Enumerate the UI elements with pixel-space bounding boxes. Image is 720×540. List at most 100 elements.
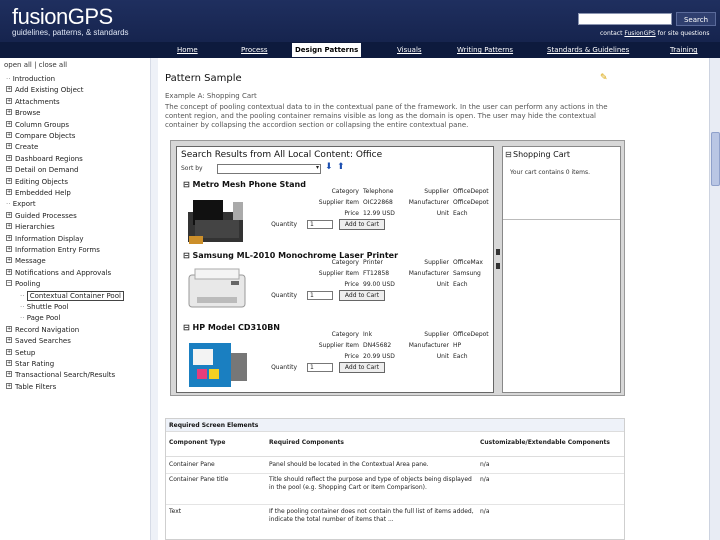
sidebar-item[interactable]: + Notifications and Approvals — [6, 268, 111, 279]
sidebar-item-label: Column Groups — [15, 120, 69, 129]
sort-descending-icon[interactable]: ⬇ — [325, 162, 333, 172]
quantity-input[interactable]: 1 — [307, 220, 333, 229]
expand-icon[interactable]: + — [6, 143, 12, 150]
add-to-cart-button[interactable]: Add to Cart — [339, 219, 385, 230]
expand-icon[interactable]: + — [6, 120, 12, 127]
sidebar-item[interactable]: + Table Filters — [6, 382, 56, 393]
nav-writing-patterns[interactable]: Writing Patterns — [457, 43, 513, 57]
column-header: Component Type — [169, 439, 226, 446]
expand-icon[interactable]: + — [6, 211, 12, 218]
expand-icon[interactable]: + — [6, 166, 12, 173]
expand-icon[interactable]: + — [6, 348, 12, 355]
open-close-all[interactable]: open all | close all — [4, 61, 67, 69]
sidebar-item[interactable]: + Message — [6, 256, 46, 267]
collapse-icon[interactable]: ⊟ — [505, 150, 512, 159]
product-name[interactable]: ⊟ HP Model CD310BN — [183, 323, 280, 332]
expand-icon[interactable]: + — [6, 154, 12, 161]
expand-icon[interactable]: + — [6, 360, 12, 366]
supplier-item-value: FT12858 — [363, 270, 390, 277]
sidebar-item[interactable]: + Dashboard Regions — [6, 154, 83, 165]
sidebar-item[interactable]: + Hierarchies — [6, 222, 55, 233]
expand-icon[interactable]: + — [6, 337, 12, 344]
expand-icon[interactable]: + — [6, 246, 12, 252]
tree-connector-icon: ·· — [20, 291, 27, 300]
nav-standards[interactable]: Standards & Guidelines — [547, 43, 629, 57]
splitter-handle-icon[interactable] — [496, 263, 500, 269]
sidebar-scrollbar[interactable] — [150, 58, 158, 540]
tree-connector-icon: ·· — [6, 75, 13, 83]
expand-icon[interactable]: + — [6, 189, 12, 195]
sidebar-item-label: Message — [15, 257, 46, 266]
supplier-item-label: Supplier Item — [318, 270, 359, 277]
search-button[interactable]: Search — [676, 12, 716, 26]
expand-icon[interactable]: + — [6, 97, 12, 104]
search-input[interactable] — [578, 13, 672, 25]
quantity-input[interactable]: 1 — [307, 363, 333, 372]
nav-design-patterns[interactable]: Design Patterns — [292, 43, 362, 57]
cart-divider — [503, 219, 620, 220]
sidebar-item[interactable]: ·· Contextual Container Pool — [20, 290, 124, 302]
sidebar-item[interactable]: + Column Groups — [6, 120, 69, 131]
sidebar-item[interactable]: + Compare Objects — [6, 131, 75, 142]
expand-icon[interactable]: + — [6, 371, 12, 378]
sidebar-item[interactable]: + Attachments — [6, 97, 60, 108]
sidebar-item[interactable]: + Add Existing Object — [6, 85, 84, 96]
tree-connector-icon: ·· — [20, 314, 27, 323]
sidebar-item[interactable]: + Transactional Search/Results — [6, 370, 115, 381]
sidebar-item[interactable]: + Embedded Help — [6, 188, 71, 199]
add-to-cart-button[interactable]: Add to Cart — [339, 290, 385, 301]
expand-icon[interactable]: + — [6, 268, 12, 275]
sidebar-item[interactable]: ·· Shuttle Pool — [20, 302, 68, 313]
site-tagline: guidelines, patterns, & standards — [12, 28, 129, 37]
sort-ascending-icon[interactable]: ⬆ — [337, 162, 345, 172]
sidebar-item[interactable]: − Pooling — [6, 279, 40, 290]
expand-icon[interactable]: + — [6, 86, 12, 93]
sidebar-item[interactable]: ·· Page Pool — [20, 313, 60, 324]
sort-select[interactable]: ▾ — [217, 164, 321, 174]
quantity-input[interactable]: 1 — [307, 291, 333, 300]
table-cell: Title should reflect the purpose and typ… — [269, 476, 472, 491]
sidebar-item-label: Detail on Demand — [15, 166, 79, 175]
nav-training[interactable]: Training — [670, 43, 698, 57]
search-results-pane: Search Results from All Local Content: O… — [176, 146, 494, 393]
sidebar-item[interactable]: + Guided Processes — [6, 211, 77, 222]
contact-link[interactable]: FusionGPS — [624, 30, 655, 37]
sidebar-item-label: Embedded Help — [15, 189, 71, 197]
scrollbar-thumb[interactable] — [711, 132, 720, 186]
sidebar-item[interactable]: + Saved Searches — [6, 336, 71, 347]
add-to-cart-button[interactable]: Add to Cart — [339, 362, 385, 373]
nav-process[interactable]: Process — [241, 43, 268, 57]
sidebar-item[interactable]: + Star Rating — [6, 359, 54, 370]
edit-icon[interactable]: ✎ — [600, 73, 608, 83]
table-cell: If the pooling container does not contai… — [269, 508, 474, 523]
sidebar-item[interactable]: ·· Introduction — [6, 74, 55, 85]
expand-icon[interactable]: + — [6, 234, 12, 241]
site-logo[interactable]: fusionGPS — [12, 4, 113, 30]
sidebar-item[interactable]: + Editing Objects — [6, 177, 68, 188]
sidebar-item[interactable]: + Information Entry Forms — [6, 245, 100, 256]
main-content: Pattern Sample ✎ Example A: Shopping Car… — [159, 58, 709, 540]
expand-icon[interactable]: + — [6, 132, 12, 138]
expand-icon[interactable]: + — [6, 177, 12, 184]
unit-label: Unit — [436, 210, 449, 217]
nav-home[interactable]: Home — [177, 43, 198, 57]
sidebar-item-label: Hierarchies — [15, 223, 55, 232]
sidebar-item[interactable]: + Create — [6, 142, 38, 153]
nav-visuals[interactable]: Visuals — [397, 43, 422, 57]
main-scrollbar[interactable] — [709, 58, 720, 540]
manufacturer-label: Manufacturer — [408, 199, 449, 206]
expand-icon[interactable]: + — [6, 257, 12, 264]
sidebar-item[interactable]: ·· Export — [6, 199, 36, 210]
sidebar-item[interactable]: + Setup — [6, 348, 35, 359]
collapse-icon[interactable]: − — [6, 280, 12, 287]
expand-icon[interactable]: + — [6, 109, 12, 116]
sidebar-item[interactable]: + Information Display — [6, 234, 84, 245]
expand-icon[interactable]: + — [6, 382, 12, 389]
sidebar-item[interactable]: + Browse — [6, 108, 41, 119]
sidebar-item[interactable]: + Record Navigation — [6, 325, 79, 336]
sidebar-item[interactable]: + Detail on Demand — [6, 165, 78, 176]
splitter-handle-icon[interactable] — [496, 249, 500, 255]
expand-icon[interactable]: + — [6, 325, 12, 332]
expand-icon[interactable]: + — [6, 223, 12, 230]
supplier-item-label: Supplier Item — [318, 342, 359, 349]
